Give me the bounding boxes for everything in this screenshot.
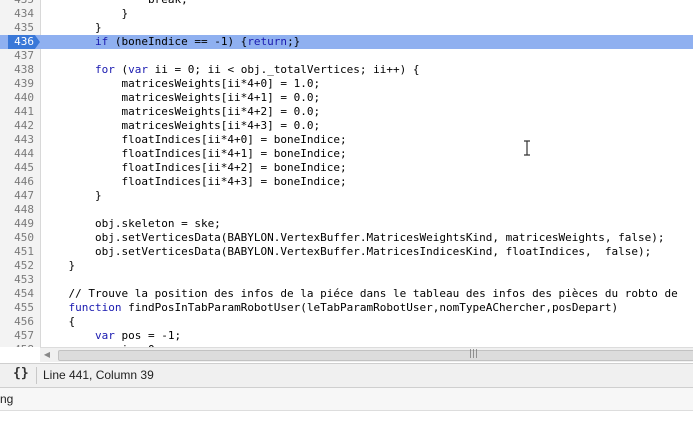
code-line[interactable]: 435 } xyxy=(0,21,693,35)
line-number[interactable]: 434 xyxy=(0,7,34,21)
code-line[interactable]: 440 matricesWeights[ii*4+1] = 0.0; xyxy=(0,91,693,105)
code-text: function findPosInTabParamRobotUser(leTa… xyxy=(68,301,619,314)
code-text: floatIndices[ii*4+0] = boneIndice; xyxy=(42,133,347,146)
line-number[interactable]: 436 xyxy=(8,35,34,49)
code-text: floatIndices[ii*4+2] = boneIndice; xyxy=(42,161,347,174)
code-line[interactable]: 439 matricesWeights[ii*4+0] = 1.0; xyxy=(0,77,693,91)
grip-icon: ||| xyxy=(469,349,479,359)
code-text: for (var ii = 0; ii < obj._totalVertices… xyxy=(94,63,420,76)
code-text: obj.setVerticesData(BABYLON.VertexBuffer… xyxy=(42,231,665,244)
code-line[interactable]: 450 obj.setVerticesData(BABYLON.VertexBu… xyxy=(0,231,693,245)
code-line[interactable]: 454 // Trouve la position des infos de l… xyxy=(0,287,693,301)
horizontal-scrollbar[interactable]: ◀ ||| xyxy=(40,347,693,362)
line-number[interactable]: 450 xyxy=(0,231,34,245)
breakpoint-line[interactable]: 436 if (boneIndice == -1) {return;} xyxy=(0,35,693,49)
line-number[interactable]: 444 xyxy=(0,147,34,161)
line-number[interactable]: 455 xyxy=(0,301,34,315)
code-line[interactable]: 453 xyxy=(0,273,693,287)
code-text: } xyxy=(42,259,76,272)
code-text: // Trouve la position des infos de la pi… xyxy=(42,287,678,300)
line-number[interactable]: 454 xyxy=(0,287,34,301)
code-text: break; xyxy=(42,0,188,7)
scrollbar-thumb[interactable]: ||| xyxy=(58,349,693,361)
line-number[interactable]: 457 xyxy=(0,329,34,343)
line-number[interactable]: 456 xyxy=(0,315,34,329)
line-number[interactable]: 435 xyxy=(0,21,34,35)
code-line[interactable]: 442 matricesWeights[ii*4+3] = 0.0; xyxy=(0,119,693,133)
code-text: matricesWeights[ii*4+3] = 0.0; xyxy=(42,119,321,132)
code-text: floatIndices[ii*4+1] = boneIndice; xyxy=(42,147,347,160)
code-line[interactable]: 443 floatIndices[ii*4+0] = boneIndice; xyxy=(0,133,693,147)
code-line[interactable]: 457 var pos = -1; xyxy=(0,329,693,343)
code-text: obj.skeleton = ske; xyxy=(42,217,221,230)
code-text: matricesWeights[ii*4+2] = 0.0; xyxy=(42,105,321,118)
line-number[interactable]: 446 xyxy=(0,175,34,189)
code-line[interactable]: 452 } xyxy=(0,259,693,273)
line-number[interactable]: 448 xyxy=(0,203,34,217)
line-number[interactable]: 442 xyxy=(0,119,34,133)
code-text: floatIndices[ii*4+3] = boneIndice; xyxy=(42,175,347,188)
code-line[interactable]: 446 floatIndices[ii*4+3] = boneIndice; xyxy=(0,175,693,189)
code-line[interactable]: 444 floatIndices[ii*4+1] = boneIndice; xyxy=(0,147,693,161)
line-number[interactable]: 445 xyxy=(0,161,34,175)
code-text: } xyxy=(42,21,102,34)
code-line[interactable]: 448 xyxy=(0,203,693,217)
code-line[interactable]: 441 matricesWeights[ii*4+2] = 0.0; xyxy=(0,105,693,119)
code-line[interactable]: 435 break; xyxy=(0,0,693,7)
pretty-print-icon[interactable]: {} xyxy=(13,366,29,381)
line-number[interactable]: 439 xyxy=(0,77,34,91)
code-line[interactable]: 456 { xyxy=(0,315,693,329)
status-bar: {} Line 441, Column 39 xyxy=(0,363,693,387)
code-text: obj.setVerticesData(BABYLON.VertexBuffer… xyxy=(42,245,652,258)
code-line[interactable]: 455 function findPosInTabParamRobotUser(… xyxy=(0,301,693,315)
code-text: matricesWeights[ii*4+1] = 0.0; xyxy=(42,91,321,104)
console-bar: ng xyxy=(0,387,693,410)
code-text: var pos = -1; xyxy=(94,329,182,342)
code-text: if (boneIndice == -1) {return;} xyxy=(94,35,301,48)
text-cursor-icon xyxy=(524,140,530,156)
bottom-panel xyxy=(0,410,693,428)
console-text: ng xyxy=(0,392,14,406)
line-number[interactable]: 441 xyxy=(0,105,34,119)
code-text: } xyxy=(42,189,102,202)
scroll-left-arrow-icon[interactable]: ◀ xyxy=(40,348,54,362)
line-number[interactable]: 458 xyxy=(0,343,34,347)
line-number[interactable]: 437 xyxy=(0,49,34,63)
code-line[interactable]: 449 obj.skeleton = ske; xyxy=(0,217,693,231)
line-number[interactable]: 443 xyxy=(0,133,34,147)
code-text: { xyxy=(42,315,76,328)
line-number[interactable]: 449 xyxy=(0,217,34,231)
code-line[interactable]: 437 xyxy=(0,49,693,63)
code-line[interactable]: 445 floatIndices[ii*4+2] = boneIndice; xyxy=(0,161,693,175)
line-number[interactable]: 453 xyxy=(0,273,34,287)
code-text: } xyxy=(42,7,129,20)
code-editor[interactable]: 435 break;434 }435 }436 if (boneIndice =… xyxy=(0,0,693,347)
line-number[interactable]: 452 xyxy=(0,259,34,273)
code-line[interactable]: 451 obj.setVerticesData(BABYLON.VertexBu… xyxy=(0,245,693,259)
code-line[interactable]: 447 } xyxy=(0,189,693,203)
status-divider xyxy=(36,367,37,384)
code-text: matricesWeights[ii*4+0] = 1.0; xyxy=(42,77,321,90)
code-line[interactable]: 434 } xyxy=(0,7,693,21)
code-line[interactable]: 438 for (var ii = 0; ii < obj._totalVert… xyxy=(0,63,693,77)
line-number[interactable]: 435 xyxy=(0,0,34,7)
line-number[interactable]: 440 xyxy=(0,91,34,105)
line-number[interactable]: 447 xyxy=(0,189,34,203)
cursor-position: Line 441, Column 39 xyxy=(43,368,154,382)
line-number[interactable]: 438 xyxy=(0,63,34,77)
line-number[interactable]: 451 xyxy=(0,245,34,259)
